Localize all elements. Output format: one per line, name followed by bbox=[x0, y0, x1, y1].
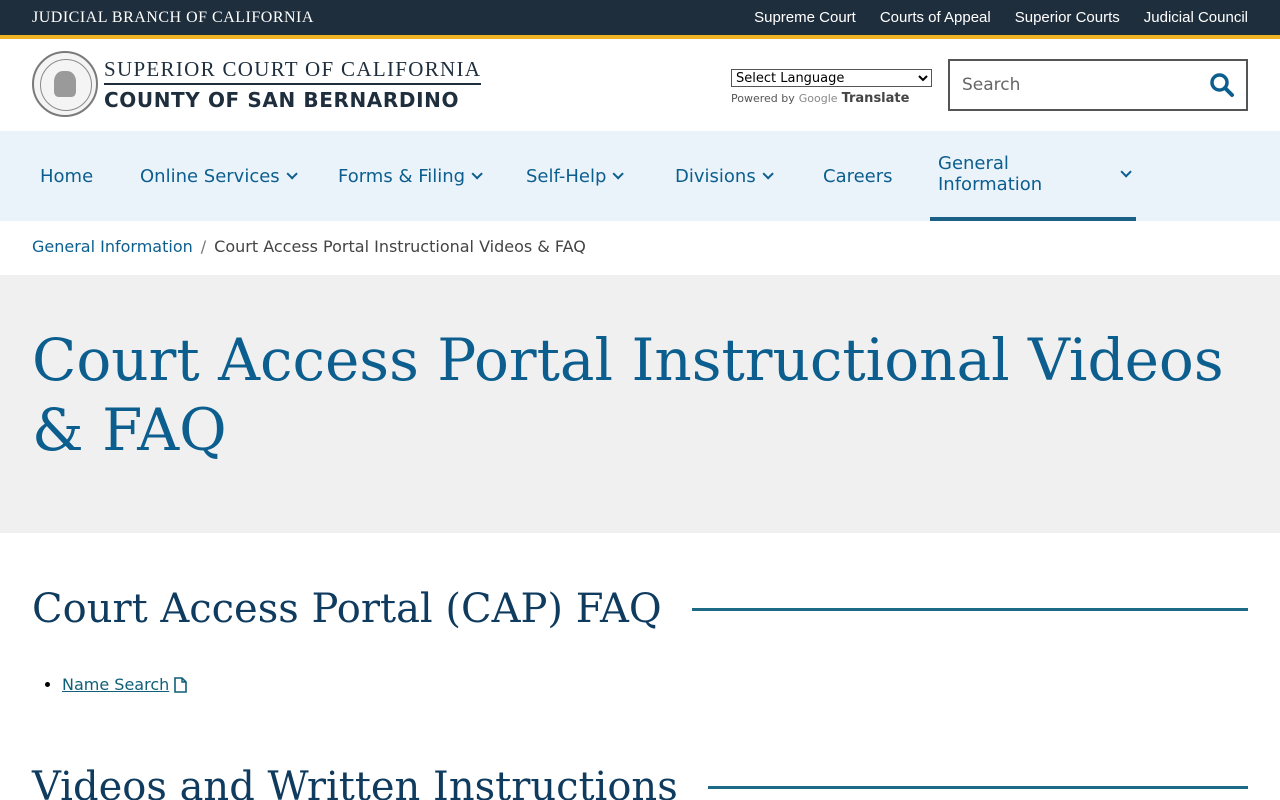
chevron-down-icon bbox=[612, 168, 625, 180]
logo-divider bbox=[104, 82, 482, 85]
google-logo-text[interactable]: Google bbox=[799, 92, 838, 105]
powered-by-google: Powered by Google Translate bbox=[731, 91, 932, 106]
nav-general-information-label: General Information bbox=[938, 153, 1043, 195]
site-header: SUPERIOR COURT OF CALIFORNIA COUNTY OF S… bbox=[0, 39, 1280, 131]
document-icon bbox=[174, 676, 188, 693]
language-select[interactable]: Select Language bbox=[731, 69, 932, 87]
logo-court-name: SUPERIOR COURT OF CALIFORNIA bbox=[104, 56, 482, 81]
translate-label: Translate bbox=[841, 91, 910, 106]
list-item: Name Search bbox=[62, 675, 188, 694]
nav-divisions-label: Divisions bbox=[675, 165, 756, 187]
search-button[interactable] bbox=[1198, 61, 1246, 109]
section-divider bbox=[691, 607, 1248, 611]
chevron-down-icon bbox=[762, 168, 774, 180]
site-search bbox=[948, 59, 1248, 111]
logo-wordmark: SUPERIOR COURT OF CALIFORNIA COUNTY OF S… bbox=[104, 56, 482, 112]
search-icon bbox=[1210, 73, 1234, 97]
nav-careers[interactable]: Careers bbox=[815, 131, 901, 221]
nav-home[interactable]: Home bbox=[32, 131, 101, 221]
judicial-branch-title: JUDICIAL BRANCH OF CALIFORNIA bbox=[32, 8, 314, 26]
cap-faq-link-list: Name Search bbox=[62, 675, 188, 694]
chevron-down-icon bbox=[286, 168, 298, 180]
powered-by-label: Powered by bbox=[731, 92, 795, 105]
breadcrumb: General Information / Court Access Porta… bbox=[32, 237, 586, 256]
judicial-branch-bar: JUDICIAL BRANCH OF CALIFORNIA Supreme Co… bbox=[0, 0, 1280, 35]
breadcrumb-general-information[interactable]: General Information bbox=[32, 237, 193, 256]
chevron-down-icon bbox=[1120, 166, 1132, 178]
logo-county-name: COUNTY OF SAN BERNARDINO bbox=[104, 87, 460, 112]
nav-online-services-label: Online Services bbox=[140, 165, 280, 187]
cap-faq-section-header: Court Access Portal (CAP) FAQ bbox=[32, 586, 1248, 632]
judicial-council-link[interactable]: Judicial Council bbox=[1144, 9, 1248, 26]
nav-home-label: Home bbox=[40, 165, 94, 187]
breadcrumb-separator: / bbox=[200, 237, 207, 256]
nav-divisions[interactable]: Divisions bbox=[667, 131, 778, 221]
breadcrumb-current-page: Court Access Portal Instructional Videos… bbox=[214, 237, 586, 256]
judicial-links: Supreme Court Courts of Appeal Superior … bbox=[754, 9, 1248, 26]
chevron-down-icon bbox=[471, 168, 483, 180]
name-search-link[interactable]: Name Search bbox=[62, 675, 188, 694]
court-seal-icon bbox=[32, 51, 98, 117]
nav-self-help-label: Self-Help bbox=[526, 165, 607, 187]
section-divider bbox=[707, 785, 1248, 789]
nav-forms-filing[interactable]: Forms & Filing bbox=[330, 131, 487, 221]
videos-heading: Videos and Written Instructions bbox=[32, 764, 678, 800]
nav-general-information[interactable]: General Information bbox=[930, 131, 1136, 221]
nav-self-help[interactable]: Self-Help bbox=[518, 131, 628, 221]
cap-faq-heading: Court Access Portal (CAP) FAQ bbox=[32, 586, 662, 632]
videos-section-header: Videos and Written Instructions bbox=[32, 764, 1248, 800]
supreme-court-link[interactable]: Supreme Court bbox=[754, 9, 856, 26]
nav-forms-filing-label: Forms & Filing bbox=[338, 165, 466, 187]
court-logo[interactable]: SUPERIOR COURT OF CALIFORNIA COUNTY OF S… bbox=[32, 51, 482, 117]
courts-of-appeal-link[interactable]: Courts of Appeal bbox=[880, 9, 991, 26]
search-input[interactable] bbox=[950, 61, 1198, 109]
google-translate-widget: Select Language Powered by Google Transl… bbox=[731, 69, 932, 106]
superior-courts-link[interactable]: Superior Courts bbox=[1015, 9, 1120, 26]
nav-online-services[interactable]: Online Services bbox=[132, 131, 302, 221]
page-hero: Court Access Portal Instructional Videos… bbox=[0, 275, 1280, 533]
page-title: Court Access Portal Instructional Videos… bbox=[32, 326, 1224, 464]
nav-careers-label: Careers bbox=[823, 165, 893, 187]
name-search-label: Name Search bbox=[62, 675, 170, 694]
main-navigation: Home Online Services Forms & Filing Self… bbox=[0, 131, 1280, 221]
